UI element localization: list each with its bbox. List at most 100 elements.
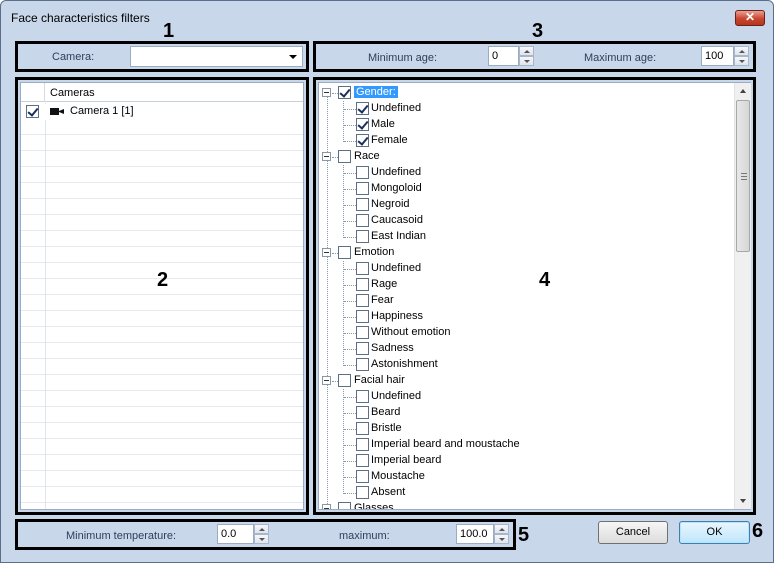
tree-item[interactable]: Undefined bbox=[356, 101, 656, 117]
tree-item[interactable]: Female bbox=[356, 133, 656, 149]
tree-item-checkbox[interactable] bbox=[356, 342, 369, 355]
collapse-icon[interactable] bbox=[322, 248, 331, 257]
tree-item[interactable]: Absent bbox=[356, 485, 656, 501]
tree-item[interactable]: Fear bbox=[356, 293, 656, 309]
cameras-column-header[interactable]: Cameras bbox=[50, 87, 95, 99]
tree-item-checkbox[interactable] bbox=[356, 134, 369, 147]
chevron-down-icon[interactable] bbox=[289, 55, 297, 59]
tree-group-checkbox[interactable] bbox=[338, 150, 351, 163]
tree-item[interactable]: East Indian bbox=[356, 229, 656, 245]
min-age-spinner[interactable]: 0 bbox=[488, 46, 534, 66]
collapse-icon[interactable] bbox=[322, 504, 331, 509]
tree-item-checkbox[interactable] bbox=[356, 470, 369, 483]
tree-item-label: Imperial beard and moustache bbox=[371, 438, 520, 450]
tree-item-label: Female bbox=[371, 134, 408, 146]
tree-item[interactable]: Undefined bbox=[356, 165, 656, 181]
tree-group-checkbox[interactable] bbox=[338, 246, 351, 259]
tree-item-label: Sadness bbox=[371, 342, 414, 354]
tree-item-checkbox[interactable] bbox=[356, 438, 369, 451]
max-age-spinner[interactable]: 100 bbox=[701, 46, 749, 66]
tree-item-checkbox[interactable] bbox=[356, 198, 369, 211]
tree-item[interactable]: Without emotion bbox=[356, 325, 656, 341]
scroll-thumb[interactable] bbox=[736, 100, 750, 252]
camera-select[interactable] bbox=[130, 46, 303, 67]
tree-item[interactable]: Bristle bbox=[356, 421, 656, 437]
collapse-icon[interactable] bbox=[322, 88, 331, 97]
tree-group-checkbox[interactable] bbox=[338, 86, 351, 99]
tree-scrollbar[interactable] bbox=[734, 83, 751, 509]
max-temperature-up-icon[interactable] bbox=[494, 524, 509, 534]
characteristics-tree[interactable]: Gender: Undefined Male Female Race Undefined M… bbox=[318, 82, 751, 510]
camera-row-checkbox[interactable] bbox=[26, 105, 39, 118]
min-temperature-spinner[interactable]: 0.0 bbox=[217, 524, 269, 544]
tree-group[interactable]: Gender: bbox=[338, 85, 638, 101]
tree-item[interactable]: Imperial beard bbox=[356, 453, 656, 469]
tree-item-checkbox[interactable] bbox=[356, 310, 369, 323]
tree-item[interactable]: Negroid bbox=[356, 197, 656, 213]
scroll-up-icon[interactable] bbox=[735, 83, 751, 99]
tree-item[interactable]: Male bbox=[356, 117, 656, 133]
tree-item-checkbox[interactable] bbox=[356, 406, 369, 419]
max-age-down-icon[interactable] bbox=[734, 56, 749, 66]
tree-item[interactable]: Caucasoid bbox=[356, 213, 656, 229]
min-age-label: Minimum age: bbox=[368, 52, 438, 64]
tree-group[interactable]: Emotion bbox=[338, 245, 638, 261]
max-temperature-down-icon[interactable] bbox=[494, 534, 509, 544]
max-temperature-spinner[interactable]: 100.0 bbox=[456, 524, 509, 544]
cameras-grid[interactable]: Cameras Camera 1 [1] bbox=[20, 82, 304, 510]
cancel-button[interactable]: Cancel bbox=[598, 521, 668, 544]
min-age-input[interactable]: 0 bbox=[488, 46, 519, 66]
tree-item-checkbox[interactable] bbox=[356, 230, 369, 243]
min-temperature-label: Minimum temperature: bbox=[66, 530, 177, 542]
tree-item-checkbox[interactable] bbox=[356, 166, 369, 179]
ok-button[interactable]: OK bbox=[679, 521, 750, 544]
tree-group[interactable]: Glasses bbox=[338, 501, 638, 509]
tree-item[interactable]: Astonishment bbox=[356, 357, 656, 373]
collapse-icon[interactable] bbox=[322, 376, 331, 385]
tree-item[interactable]: Moustache bbox=[356, 469, 656, 485]
min-age-up-icon[interactable] bbox=[519, 46, 534, 56]
max-age-up-icon[interactable] bbox=[734, 46, 749, 56]
scroll-down-icon[interactable] bbox=[735, 493, 751, 509]
max-temperature-input[interactable]: 100.0 bbox=[456, 524, 494, 544]
tree-item-checkbox[interactable] bbox=[356, 326, 369, 339]
tree-item-label: Bristle bbox=[371, 422, 402, 434]
collapse-icon[interactable] bbox=[322, 152, 331, 161]
tree-item-checkbox[interactable] bbox=[356, 422, 369, 435]
tree-item[interactable]: Rage bbox=[356, 277, 656, 293]
tree-group[interactable]: Race bbox=[338, 149, 638, 165]
tree-item-checkbox[interactable] bbox=[356, 294, 369, 307]
min-age-down-icon[interactable] bbox=[519, 56, 534, 66]
tree-group-checkbox[interactable] bbox=[338, 374, 351, 387]
close-button[interactable]: ✕ bbox=[735, 10, 765, 26]
tree-item-checkbox[interactable] bbox=[356, 278, 369, 291]
tree-item-label: Undefined bbox=[371, 262, 422, 274]
max-age-input[interactable]: 100 bbox=[701, 46, 734, 66]
tree-item-checkbox[interactable] bbox=[356, 102, 369, 115]
tree-item-checkbox[interactable] bbox=[356, 118, 369, 131]
tree-item[interactable]: Mongoloid bbox=[356, 181, 656, 197]
tree-item[interactable]: Undefined bbox=[356, 389, 656, 405]
tree-group-checkbox[interactable] bbox=[338, 502, 351, 509]
tree-item[interactable]: Imperial beard and moustache bbox=[356, 437, 656, 453]
tree-item-checkbox[interactable] bbox=[356, 454, 369, 467]
tree-item[interactable]: Undefined bbox=[356, 261, 656, 277]
tree-item[interactable]: Happiness bbox=[356, 309, 656, 325]
min-temperature-down-icon[interactable] bbox=[254, 534, 269, 544]
tree-item-checkbox[interactable] bbox=[356, 262, 369, 275]
tree-group[interactable]: Facial hair bbox=[338, 373, 638, 389]
tree-item-checkbox[interactable] bbox=[356, 182, 369, 195]
tree-item-checkbox[interactable] bbox=[356, 390, 369, 403]
tree-item-label: Astonishment bbox=[371, 358, 438, 370]
tree-item-checkbox[interactable] bbox=[356, 214, 369, 227]
min-temperature-input[interactable]: 0.0 bbox=[217, 524, 254, 544]
title-bar[interactable]: Face characteristics filters ✕ bbox=[1, 1, 773, 31]
min-temperature-up-icon[interactable] bbox=[254, 524, 269, 534]
tree-item[interactable]: Sadness bbox=[356, 341, 656, 357]
window-title: Face characteristics filters bbox=[11, 11, 150, 25]
table-row[interactable]: Camera 1 [1] bbox=[21, 104, 303, 120]
tree-item-checkbox[interactable] bbox=[356, 486, 369, 499]
tree-item-checkbox[interactable] bbox=[356, 358, 369, 371]
camera-row-name: Camera 1 [1] bbox=[70, 105, 134, 117]
tree-item[interactable]: Beard bbox=[356, 405, 656, 421]
